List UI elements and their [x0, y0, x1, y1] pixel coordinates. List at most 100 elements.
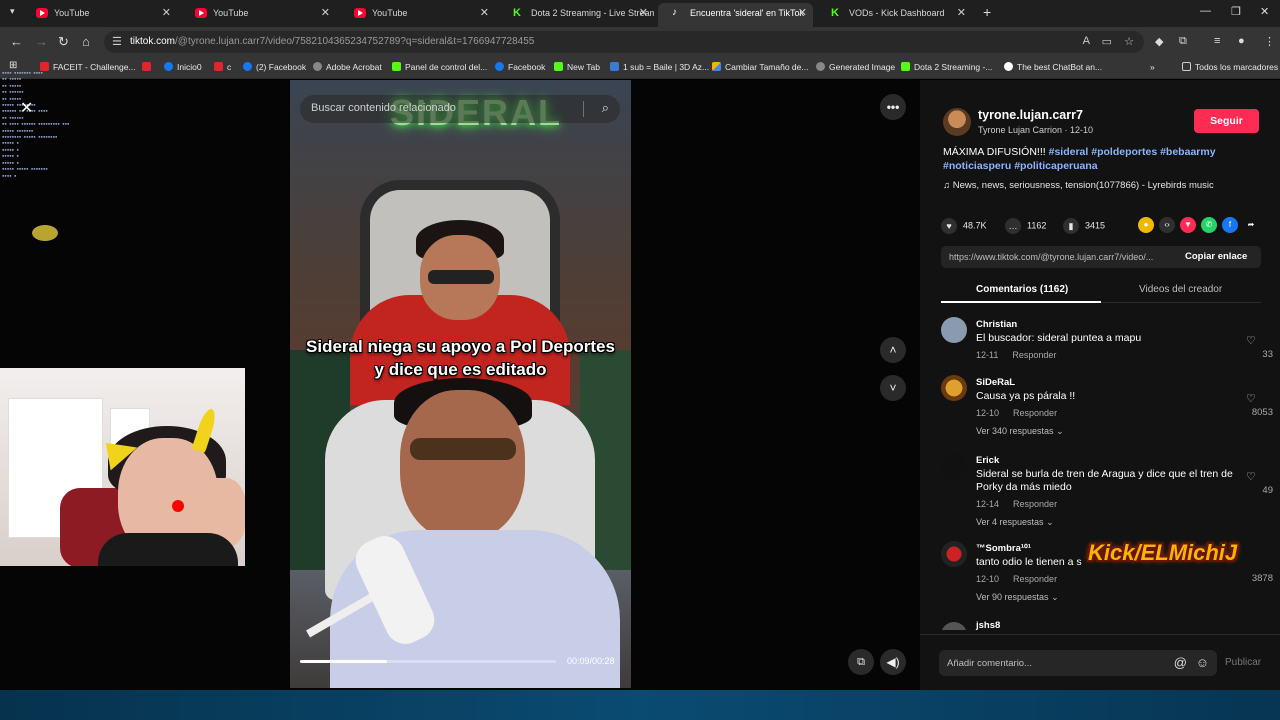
video-progress-bar[interactable] — [300, 660, 556, 663]
bookmark-item[interactable]: 1 sub = Baile | 3D Az... — [610, 62, 709, 72]
share-link-url[interactable]: https://www.tiktok.com/@tyrone.lujan.car… — [949, 252, 1171, 262]
tab-comments[interactable]: Comentarios (1162) — [976, 284, 1068, 295]
save-button[interactable]: ▮ 3415 — [1063, 218, 1105, 234]
more-bookmarks-icon[interactable]: » — [1150, 62, 1155, 72]
hashtag-link[interactable]: #poldeportes — [1091, 146, 1157, 158]
search-icon[interactable]: ⌕ — [602, 100, 609, 116]
bookmark-item[interactable]: (2) Facebook — [243, 62, 306, 72]
url-field[interactable]: ☰ tiktok.com/@tyrone.lujan.carr7/video/7… — [104, 31, 1144, 53]
creator-avatar[interactable] — [943, 108, 971, 136]
view-replies-button[interactable]: Ver 90 respuestas ⌄ — [976, 592, 1059, 603]
browser-tab-3[interactable]: YouTube ✕ — [340, 3, 495, 27]
video-player[interactable]: SIDERAL Buscar contenido relacionado ⌕ S… — [290, 80, 631, 688]
floating-player-icon[interactable]: ⧉ — [848, 649, 874, 675]
emoji-icon[interactable]: ☺ — [1196, 655, 1209, 670]
tab-creator-videos[interactable]: Videos del creador — [1139, 284, 1222, 295]
creator-username[interactable]: tyrone.lujan.carr7 — [978, 108, 1083, 122]
translate-icon[interactable]: A — [1083, 35, 1090, 47]
coin-icon[interactable]: ● — [1138, 217, 1154, 233]
commenter-avatar[interactable] — [941, 453, 967, 479]
mention-icon[interactable]: @ — [1174, 655, 1187, 670]
publish-button[interactable]: Publicar — [1225, 657, 1261, 668]
bookmark-item[interactable]: The best ChatBot an... — [1004, 62, 1102, 72]
hashtag-link[interactable]: #bebaarmy — [1160, 146, 1215, 158]
follow-button[interactable]: Seguir — [1194, 109, 1259, 133]
back-icon[interactable]: ← — [10, 34, 23, 49]
close-tab-icon[interactable]: ✕ — [480, 3, 489, 23]
hashtag-link[interactable]: #noticiasperu — [943, 160, 1011, 172]
extensions-puzzle-icon[interactable]: ⧉ — [1179, 35, 1187, 48]
commenter-avatar[interactable] — [941, 375, 967, 401]
reading-list-icon[interactable]: ≡ — [1214, 35, 1220, 47]
commenter-avatar[interactable] — [941, 622, 967, 630]
commenter-name[interactable]: SiDeRaL — [976, 377, 1015, 388]
like-button[interactable]: ♥ 48.7K — [941, 218, 987, 234]
view-replies-button[interactable]: Ver 340 respuestas ⌄ — [976, 426, 1064, 437]
forward-icon[interactable]: → — [35, 34, 48, 49]
bookmark-item[interactable] — [142, 62, 155, 72]
profile-icon[interactable]: ● — [1238, 35, 1245, 47]
all-bookmarks[interactable]: Todos los marcadores — [1182, 62, 1278, 72]
bookmark-item[interactable]: Generated Image — [816, 62, 895, 72]
commenter-name[interactable]: Erick — [976, 455, 999, 466]
new-tab-button[interactable]: + — [983, 4, 991, 20]
browser-tab-1[interactable]: YouTube ✕ — [22, 3, 177, 27]
commenter-name[interactable]: Christian — [976, 319, 1017, 330]
embed-icon[interactable]: ‹› — [1159, 217, 1175, 233]
close-icon[interactable]: ✕ — [20, 98, 33, 118]
previous-video-button[interactable]: ˄ — [880, 337, 906, 363]
comment-like-icon[interactable]: ♡ — [1246, 334, 1256, 347]
bookmark-item[interactable]: Panel de control del... — [392, 62, 487, 72]
reply-button[interactable]: Responder — [1012, 350, 1056, 360]
menu-icon[interactable]: ⋮ — [1264, 35, 1275, 48]
bookmark-item[interactable]: c — [214, 62, 231, 72]
reply-button[interactable]: Responder — [1013, 574, 1057, 584]
more-options-icon[interactable]: ••• — [880, 94, 906, 120]
music-link[interactable]: ♫ News, news, seriousness, tension(10778… — [943, 180, 1214, 191]
home-icon[interactable]: ⌂ — [82, 34, 90, 49]
comment-input[interactable]: Añadir comentario... @ ☺ — [939, 650, 1217, 676]
close-tab-icon[interactable]: ✕ — [798, 3, 807, 23]
cast-icon[interactable]: ▭ — [1102, 35, 1112, 48]
share-arrow-icon[interactable]: ➦ — [1243, 217, 1259, 233]
commenter-avatar[interactable] — [941, 541, 967, 567]
comment-like-icon[interactable]: ♡ — [1246, 470, 1256, 483]
tab-search-icon[interactable]: ▾ — [10, 6, 15, 17]
reload-icon[interactable]: ↻ — [58, 34, 69, 50]
close-tab-icon[interactable]: ✕ — [162, 3, 171, 23]
send-icon[interactable]: ▼ — [1180, 217, 1196, 233]
comment-like-icon[interactable]: ♡ — [1246, 392, 1256, 405]
bookmark-star-icon[interactable]: ☆ — [1124, 35, 1134, 48]
commenter-name[interactable]: jshs8 — [976, 620, 1000, 630]
bookmark-item[interactable]: Dota 2 Streaming -... — [901, 62, 992, 72]
bookmark-item[interactable]: Cambiar Tamaño de... — [712, 62, 808, 72]
hashtag-link[interactable]: #politicaperuana — [1014, 160, 1097, 172]
close-tab-icon[interactable]: ✕ — [321, 3, 330, 23]
next-video-button[interactable]: ˅ — [880, 375, 906, 401]
bookmark-item[interactable]: New Tab — [554, 62, 600, 72]
browser-tab-6[interactable]: K VODs - Kick Dashboard ✕ — [817, 3, 972, 27]
comment-button[interactable]: … 1162 — [1005, 218, 1046, 234]
close-tab-icon[interactable]: ✕ — [639, 3, 648, 23]
related-search-input[interactable]: Buscar contenido relacionado ⌕ — [300, 95, 620, 123]
browser-tab-4[interactable]: K Dota 2 Streaming - Live Stream ✕ — [499, 3, 654, 27]
copy-link-button[interactable]: Copiar enlace — [1185, 251, 1247, 262]
browser-tab-2[interactable]: YouTube ✕ — [181, 3, 336, 27]
commenter-avatar[interactable] — [941, 317, 967, 343]
close-window-icon[interactable]: ✕ — [1260, 5, 1269, 18]
browser-tab-5[interactable]: ♪ Encuentra 'sideral' en TikTok ✕ — [658, 3, 813, 27]
extension-icon[interactable]: ◆ — [1155, 35, 1163, 48]
bookmark-item[interactable]: Facebook — [495, 62, 545, 72]
view-replies-button[interactable]: Ver 4 respuestas ⌄ — [976, 517, 1054, 528]
whatsapp-icon[interactable]: ✆ — [1201, 217, 1217, 233]
close-tab-icon[interactable]: ✕ — [957, 3, 966, 23]
commenter-name[interactable]: ™Sombra¹⁰¹ — [976, 543, 1031, 554]
reply-button[interactable]: Responder — [1013, 408, 1057, 418]
facebook-icon[interactable]: f — [1222, 217, 1238, 233]
restore-icon[interactable]: ❐ — [1231, 5, 1241, 18]
minimize-icon[interactable]: — — [1200, 5, 1211, 17]
volume-icon[interactable]: ◀) — [880, 649, 906, 675]
bookmark-item[interactable]: Adobe Acrobat — [313, 62, 382, 72]
hashtag-link[interactable]: #sideral — [1049, 146, 1089, 158]
bookmark-item[interactable]: Inicio0 — [164, 62, 202, 72]
